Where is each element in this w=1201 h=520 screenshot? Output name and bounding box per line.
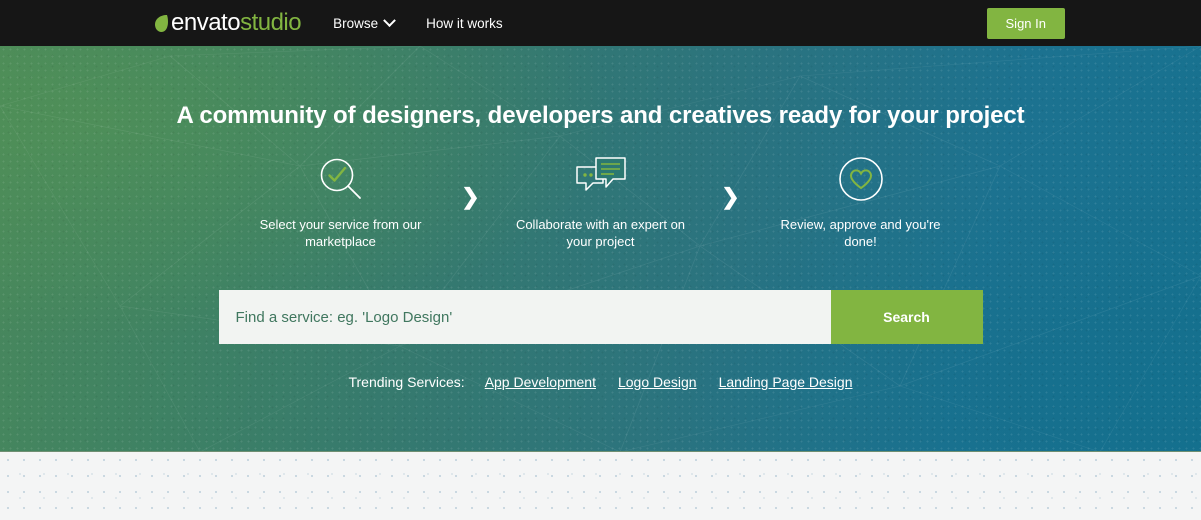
trending-link-logo-design[interactable]: Logo Design [618, 374, 697, 390]
page-title: A community of designers, developers and… [176, 102, 1025, 129]
magnifier-check-icon [241, 154, 441, 204]
nav-item-how-it-works-label: How it works [426, 15, 503, 31]
top-navigation-bar: envato studio Browse How it works Sign I… [0, 0, 1201, 46]
step-item-3: Review, approve and you're done! [761, 154, 961, 250]
step-item-1-label: Select your service from our marketplace [259, 217, 422, 249]
logo-text-envato: envato [171, 9, 241, 36]
nav-item-browse[interactable]: Browse [333, 13, 396, 31]
chevron-down-icon [383, 13, 396, 27]
logo-text-studio: studio [240, 9, 302, 36]
step-item-2: Collaborate with an expert on your proje… [501, 154, 701, 250]
leaf-icon [155, 14, 171, 32]
heart-circle-icon [761, 154, 961, 204]
step-item-1: Select your service from our marketplace [241, 154, 441, 250]
trending-link-landing-page-design[interactable]: Landing Page Design [719, 374, 853, 390]
brand-logo[interactable]: envato studio [155, 0, 302, 46]
steps-list: Select your service from our marketplace… [0, 154, 1201, 250]
nav-item-how-it-works[interactable]: How it works [426, 16, 503, 31]
trending-link-app-development[interactable]: App Development [485, 374, 596, 390]
nav-item-browse-label: Browse [333, 15, 379, 31]
sign-in-button[interactable]: Sign In [986, 8, 1065, 39]
trending-services-label: Trending Services: [348, 374, 465, 390]
nav-links: Browse How it works [333, 0, 535, 46]
hero-section: A community of designers, developers and… [0, 46, 1201, 452]
search-input[interactable] [218, 290, 831, 344]
step-item-2-label: Collaborate with an expert on your proje… [515, 217, 686, 249]
below-fold-section [0, 452, 1201, 519]
step-item-3-label: Review, approve and you're done! [780, 217, 941, 249]
trending-services: Trending Services: App Development Logo … [0, 374, 1201, 390]
search-button[interactable]: Search [830, 290, 983, 344]
speech-bubbles-icon [501, 154, 701, 204]
step-arrow-icon-1: ❯ [461, 184, 480, 209]
step-arrow-icon-2: ❯ [721, 184, 740, 209]
search-bar: Search [0, 290, 1201, 344]
